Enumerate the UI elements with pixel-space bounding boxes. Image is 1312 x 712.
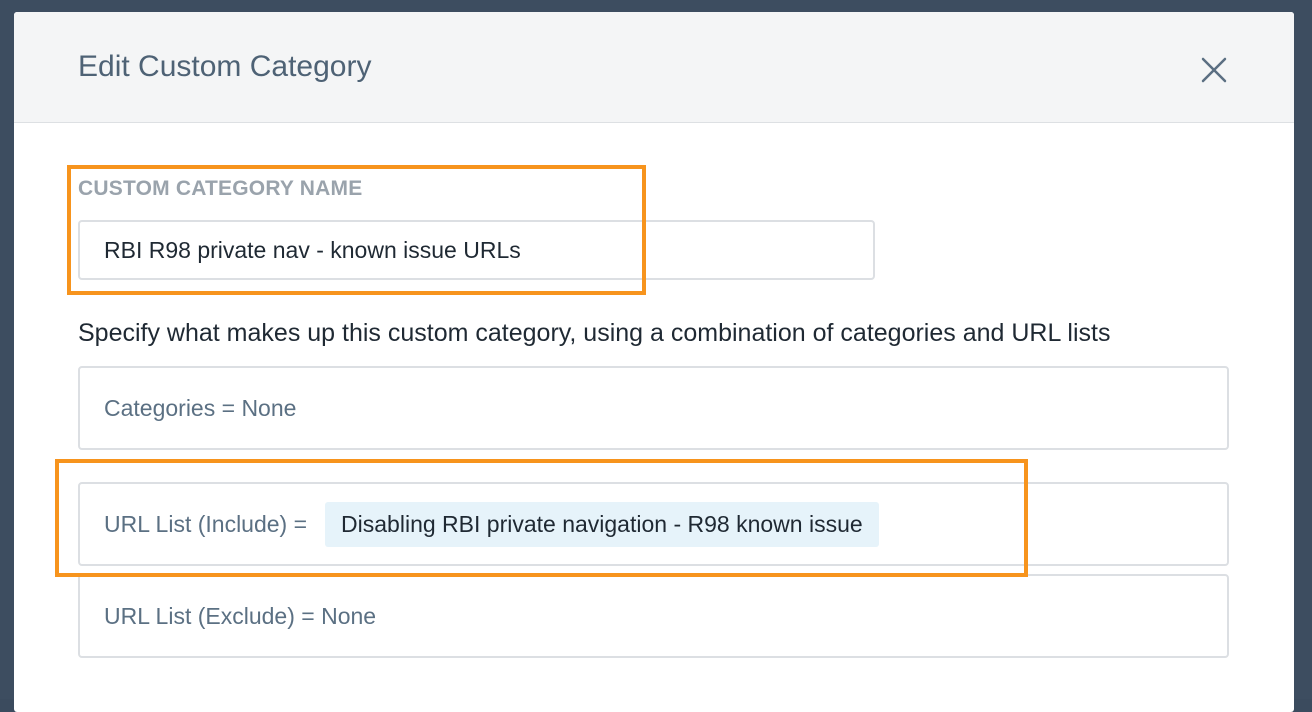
dialog-title: Edit Custom Category [78, 50, 372, 83]
category-composition-description: Specify what makes up this custom catego… [78, 319, 1111, 347]
categories-rule[interactable]: Categories = None [78, 366, 1229, 450]
url-list-include-chip[interactable]: Disabling RBI private navigation - R98 k… [325, 501, 879, 547]
close-button[interactable] [1198, 54, 1230, 86]
url-list-include-rule[interactable]: URL List (Include) = Disabling RBI priva… [78, 482, 1229, 566]
url-list-exclude-text: URL List (Exclude) = None [104, 602, 377, 629]
custom-category-name-label: CUSTOM CATEGORY NAME [78, 177, 363, 200]
custom-category-name-input[interactable] [78, 220, 875, 280]
dialog-header: Edit Custom Category [14, 12, 1294, 123]
categories-rule-text: Categories = None [104, 394, 297, 421]
close-icon [1201, 57, 1227, 83]
url-list-include-label: URL List (Include) = [104, 510, 308, 537]
url-list-exclude-rule[interactable]: URL List (Exclude) = None [78, 574, 1229, 658]
edit-custom-category-dialog: Edit Custom Category CUSTOM CATEGORY NAM… [14, 12, 1294, 712]
